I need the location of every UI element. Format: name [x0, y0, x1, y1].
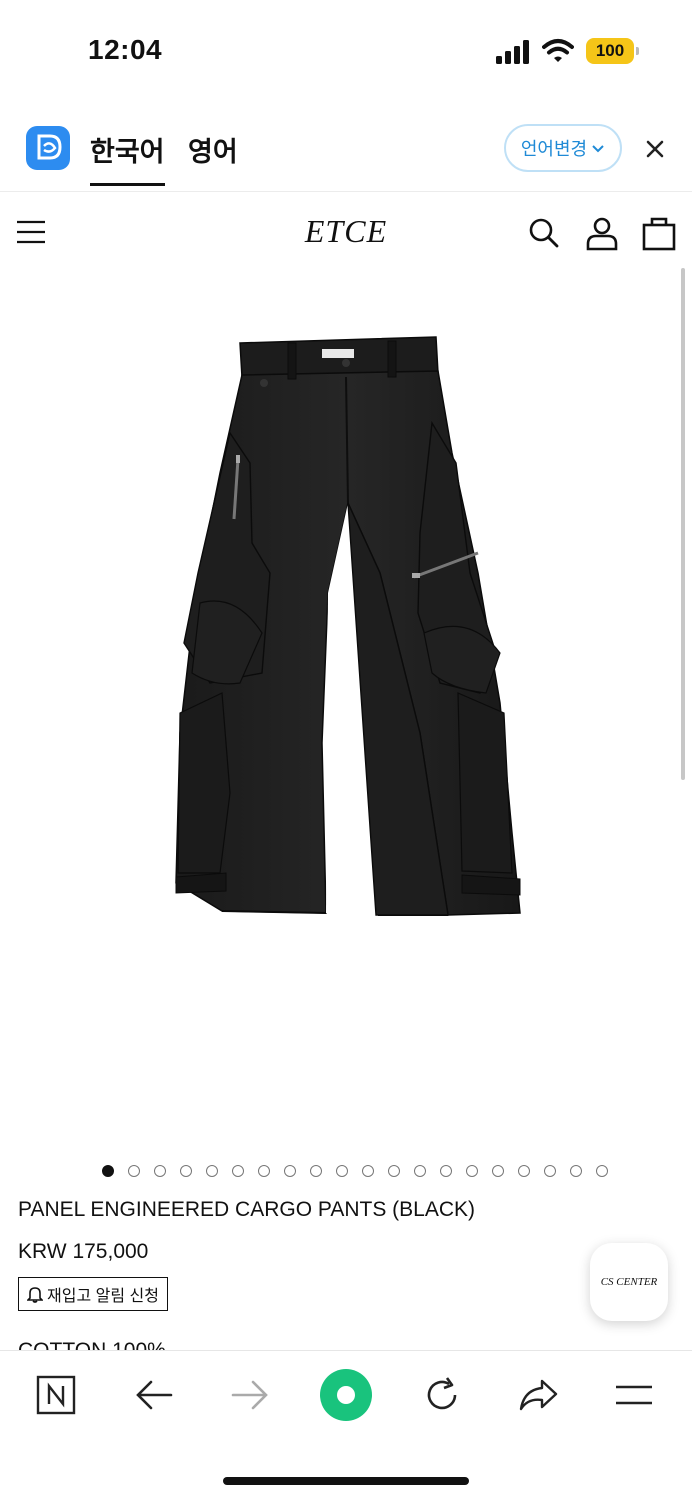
green-dot-button[interactable] — [320, 1369, 372, 1421]
refresh-icon — [427, 1377, 457, 1410]
home-indicator — [223, 1477, 469, 1485]
brand-logo-text[interactable]: ETCE — [305, 213, 387, 249]
shopping-bag-icon[interactable] — [641, 215, 677, 251]
arrow-right-icon — [231, 1380, 268, 1410]
close-icon[interactable] — [640, 134, 670, 164]
refresh-button[interactable] — [420, 1373, 464, 1417]
translator-logo-icon — [26, 126, 70, 170]
naver-home-button[interactable] — [34, 1373, 78, 1417]
site-header: ETCE — [0, 193, 692, 273]
cs-center-label: CS CENTER — [600, 1276, 658, 1288]
gallery-dot[interactable] — [414, 1165, 426, 1177]
gallery-dot[interactable] — [102, 1165, 114, 1177]
gallery-dot[interactable] — [544, 1165, 556, 1177]
gallery-dot[interactable] — [128, 1165, 140, 1177]
status-bar: 12:04 100 — [0, 0, 692, 100]
green-dot-icon — [320, 1369, 372, 1421]
gallery-dot[interactable] — [466, 1165, 478, 1177]
chevron-down-icon — [592, 145, 604, 153]
product-price: KRW 175,000 — [18, 1240, 149, 1263]
restock-alert-button[interactable]: 재입고 알림 신청 — [18, 1277, 168, 1311]
gallery-dot[interactable] — [388, 1165, 400, 1177]
gallery-dot[interactable] — [518, 1165, 530, 1177]
change-language-button[interactable]: 언어변경 — [504, 124, 622, 172]
back-button[interactable] — [132, 1373, 176, 1417]
browser-toolbar — [0, 1350, 692, 1500]
gallery-dot[interactable] — [492, 1165, 504, 1177]
battery-indicator: 100 — [586, 38, 639, 64]
cs-center-button[interactable]: CS CENTER — [590, 1243, 668, 1321]
gallery-dot[interactable] — [258, 1165, 270, 1177]
gallery-dot[interactable] — [570, 1165, 582, 1177]
gallery-dot[interactable] — [310, 1165, 322, 1177]
browser-menu-button[interactable] — [612, 1373, 656, 1417]
wifi-icon — [542, 39, 574, 62]
share-arrow-icon — [519, 1379, 558, 1411]
forward-button[interactable] — [228, 1373, 272, 1417]
tab-english[interactable]: 영어 — [188, 130, 238, 169]
gallery-pagination — [102, 1165, 608, 1177]
status-time: 12:04 — [88, 34, 163, 65]
cellular-signal-icon — [496, 40, 529, 64]
gallery-dot[interactable] — [284, 1165, 296, 1177]
bell-icon — [27, 1287, 43, 1303]
naver-icon — [36, 1375, 76, 1415]
product-name: PANEL ENGINEERED CARGO PANTS (BLACK) — [18, 1198, 476, 1221]
gallery-dot[interactable] — [362, 1165, 374, 1177]
gallery-dot[interactable] — [232, 1165, 244, 1177]
gallery-dot[interactable] — [440, 1165, 452, 1177]
gallery-dot[interactable] — [206, 1165, 218, 1177]
gallery-dot[interactable] — [180, 1165, 192, 1177]
translate-bar: 한국어 영어 언어변경 — [0, 100, 692, 192]
gallery-dot[interactable] — [336, 1165, 348, 1177]
change-language-label: 언어변경 — [520, 139, 588, 159]
restock-alert-label: 재입고 알림 신청 — [47, 1288, 159, 1305]
gallery-dot[interactable] — [596, 1165, 608, 1177]
product-image[interactable] — [0, 273, 692, 1153]
gallery-dot[interactable] — [154, 1165, 166, 1177]
share-button[interactable] — [516, 1373, 560, 1417]
tab-korean[interactable]: 한국어 — [90, 130, 165, 186]
arrow-left-icon — [136, 1380, 173, 1410]
account-icon[interactable] — [584, 215, 620, 251]
menu-lines-icon — [616, 1385, 652, 1405]
search-icon[interactable] — [526, 215, 562, 251]
menu-icon[interactable] — [16, 219, 46, 245]
